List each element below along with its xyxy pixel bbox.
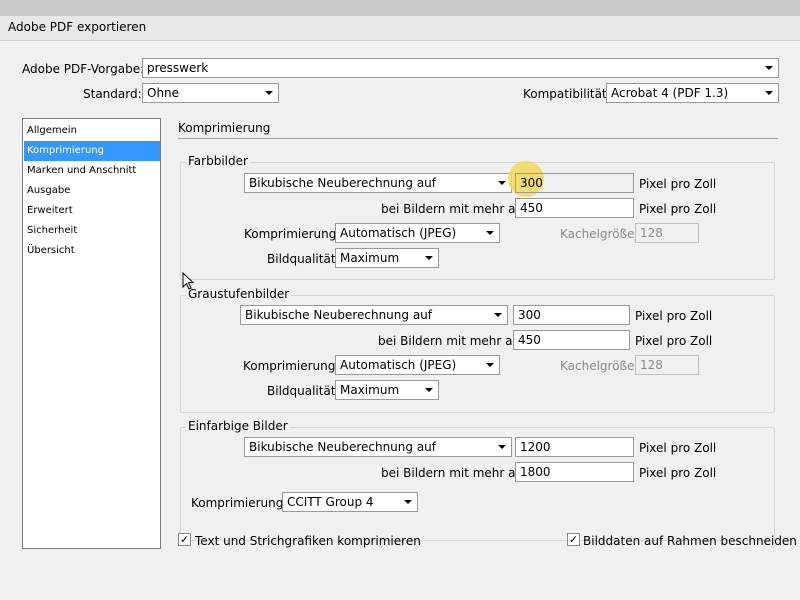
chevron-down-icon (265, 91, 273, 95)
sidebar-item-ausgabe[interactable]: Ausgabe (24, 181, 160, 201)
color-tile-input[interactable]: 128 (635, 223, 699, 243)
background-app-strip (0, 0, 800, 16)
mono-compression-value: CCITT Group 4 (287, 495, 374, 509)
mono-images-title: Einfarbige Bilder (186, 419, 290, 433)
color-quality-value: Maximum (340, 251, 400, 265)
color-compression-value: Automatisch (JPEG) (340, 226, 457, 240)
sidebar-item-marken-und-anschnitt[interactable]: Marken und Anschnitt (24, 161, 160, 181)
color-compression-label: Komprimierung: (244, 227, 341, 241)
chevron-down-icon (494, 313, 502, 317)
chevron-down-icon (498, 445, 506, 449)
crop-images-label: Bilddaten auf Rahmen beschneiden (583, 534, 797, 548)
gray-above-input[interactable]: 450 (513, 330, 630, 350)
crop-images-checkbox[interactable]: ✓ (567, 533, 580, 546)
mono-resample-value: Bikubische Neuberechnung auf (249, 440, 437, 454)
gray-above-unit: Pixel pro Zoll (635, 334, 713, 348)
gray-quality-value: Maximum (340, 383, 400, 397)
mono-compression-select[interactable]: CCITT Group 4 (282, 492, 418, 512)
gray-compression-select[interactable]: Automatisch (JPEG) (335, 355, 500, 375)
compat-label: Kompatibilität: (523, 87, 611, 101)
sidebar-item-allgemein[interactable]: Allgemein (24, 121, 160, 141)
gray-tile-input[interactable]: 128 (635, 355, 699, 375)
chevron-down-icon (765, 66, 773, 70)
preset-label: Adobe PDF-Vorgabe: (22, 62, 145, 76)
gray-resample-select[interactable]: Bikubische Neuberechnung auf (240, 305, 508, 325)
mono-above-input[interactable]: 1800 (515, 462, 634, 482)
gray-ppi-unit: Pixel pro Zoll (635, 309, 713, 323)
preset-value: presswerk (147, 61, 209, 75)
color-above-unit: Pixel pro Zoll (639, 202, 717, 216)
gray-ppi-input[interactable]: 300 (513, 305, 630, 325)
checkmark-icon: ✓ (568, 533, 579, 546)
compat-select[interactable]: Acrobat 4 (PDF 1.3) (606, 83, 779, 103)
gray-images-title: Graustufenbilder (186, 287, 292, 301)
chevron-down-icon (498, 181, 506, 185)
sidebar-item-sicherheit[interactable]: Sicherheit (24, 221, 160, 241)
mono-above-label: bei Bildern mit mehr als: (381, 466, 530, 480)
gray-tile-label: Kachelgröße: (560, 359, 639, 373)
chevron-down-icon (486, 231, 494, 235)
color-above-label: bei Bildern mit mehr als: (381, 202, 530, 216)
color-resample-value: Bikubische Neuberechnung auf (249, 176, 437, 190)
sidebar-item-uebersicht[interactable]: Übersicht (24, 241, 160, 261)
color-compression-select[interactable]: Automatisch (JPEG) (335, 223, 500, 243)
mono-ppi-unit: Pixel pro Zoll (639, 441, 717, 455)
preset-select[interactable]: presswerk (142, 58, 779, 78)
pdf-export-dialog: Adobe PDF exportieren Adobe PDF-Vorgabe:… (0, 16, 800, 600)
mono-ppi-input[interactable]: 1200 (515, 437, 634, 457)
section-divider (178, 138, 778, 139)
sidebar-item-komprimierung[interactable]: Komprimierung (24, 141, 160, 161)
color-quality-label: Bildqualität: (267, 252, 340, 266)
mono-above-unit: Pixel pro Zoll (639, 466, 717, 480)
gray-above-label: bei Bildern mit mehr als: (378, 334, 527, 348)
standard-select[interactable]: Ohne (142, 83, 279, 103)
chevron-down-icon (425, 388, 433, 392)
gray-compression-label: Komprimierung: (243, 359, 340, 373)
compress-text-checkbox[interactable]: ✓ (178, 533, 191, 546)
color-quality-select[interactable]: Maximum (335, 248, 439, 268)
standard-value: Ohne (147, 86, 180, 100)
color-above-input[interactable]: 450 (515, 198, 634, 218)
title-bar: Adobe PDF exportieren (0, 16, 800, 41)
gray-quality-label: Bildqualität: (267, 384, 340, 398)
color-tile-label: Kachelgröße: (560, 227, 639, 241)
gray-resample-value: Bikubische Neuberechnung auf (245, 308, 433, 322)
chevron-down-icon (425, 256, 433, 260)
mouse-cursor-icon (182, 272, 194, 290)
section-title: Komprimierung (178, 121, 271, 135)
checkmark-icon: ✓ (179, 533, 190, 546)
chevron-down-icon (765, 91, 773, 95)
color-ppi-unit: Pixel pro Zoll (639, 177, 717, 191)
color-ppi-input[interactable]: 300 (515, 173, 634, 193)
mono-compression-label: Komprimierung: (191, 496, 288, 510)
chevron-down-icon (486, 363, 494, 367)
color-images-title: Farbbilder (186, 154, 250, 168)
gray-quality-select[interactable]: Maximum (335, 380, 439, 400)
window-title: Adobe PDF exportieren (8, 20, 147, 34)
compress-text-label: Text und Strichgrafiken komprimieren (195, 534, 421, 548)
color-resample-select[interactable]: Bikubische Neuberechnung auf (244, 173, 512, 193)
compat-value: Acrobat 4 (PDF 1.3) (611, 86, 729, 100)
sidebar-item-erweitert[interactable]: Erweitert (24, 201, 160, 221)
category-list: Allgemein Komprimierung Marken und Ansch… (22, 118, 161, 549)
chevron-down-icon (404, 500, 412, 504)
gray-compression-value: Automatisch (JPEG) (340, 358, 457, 372)
standard-label: Standard: (83, 87, 142, 101)
mono-resample-select[interactable]: Bikubische Neuberechnung auf (244, 437, 512, 457)
